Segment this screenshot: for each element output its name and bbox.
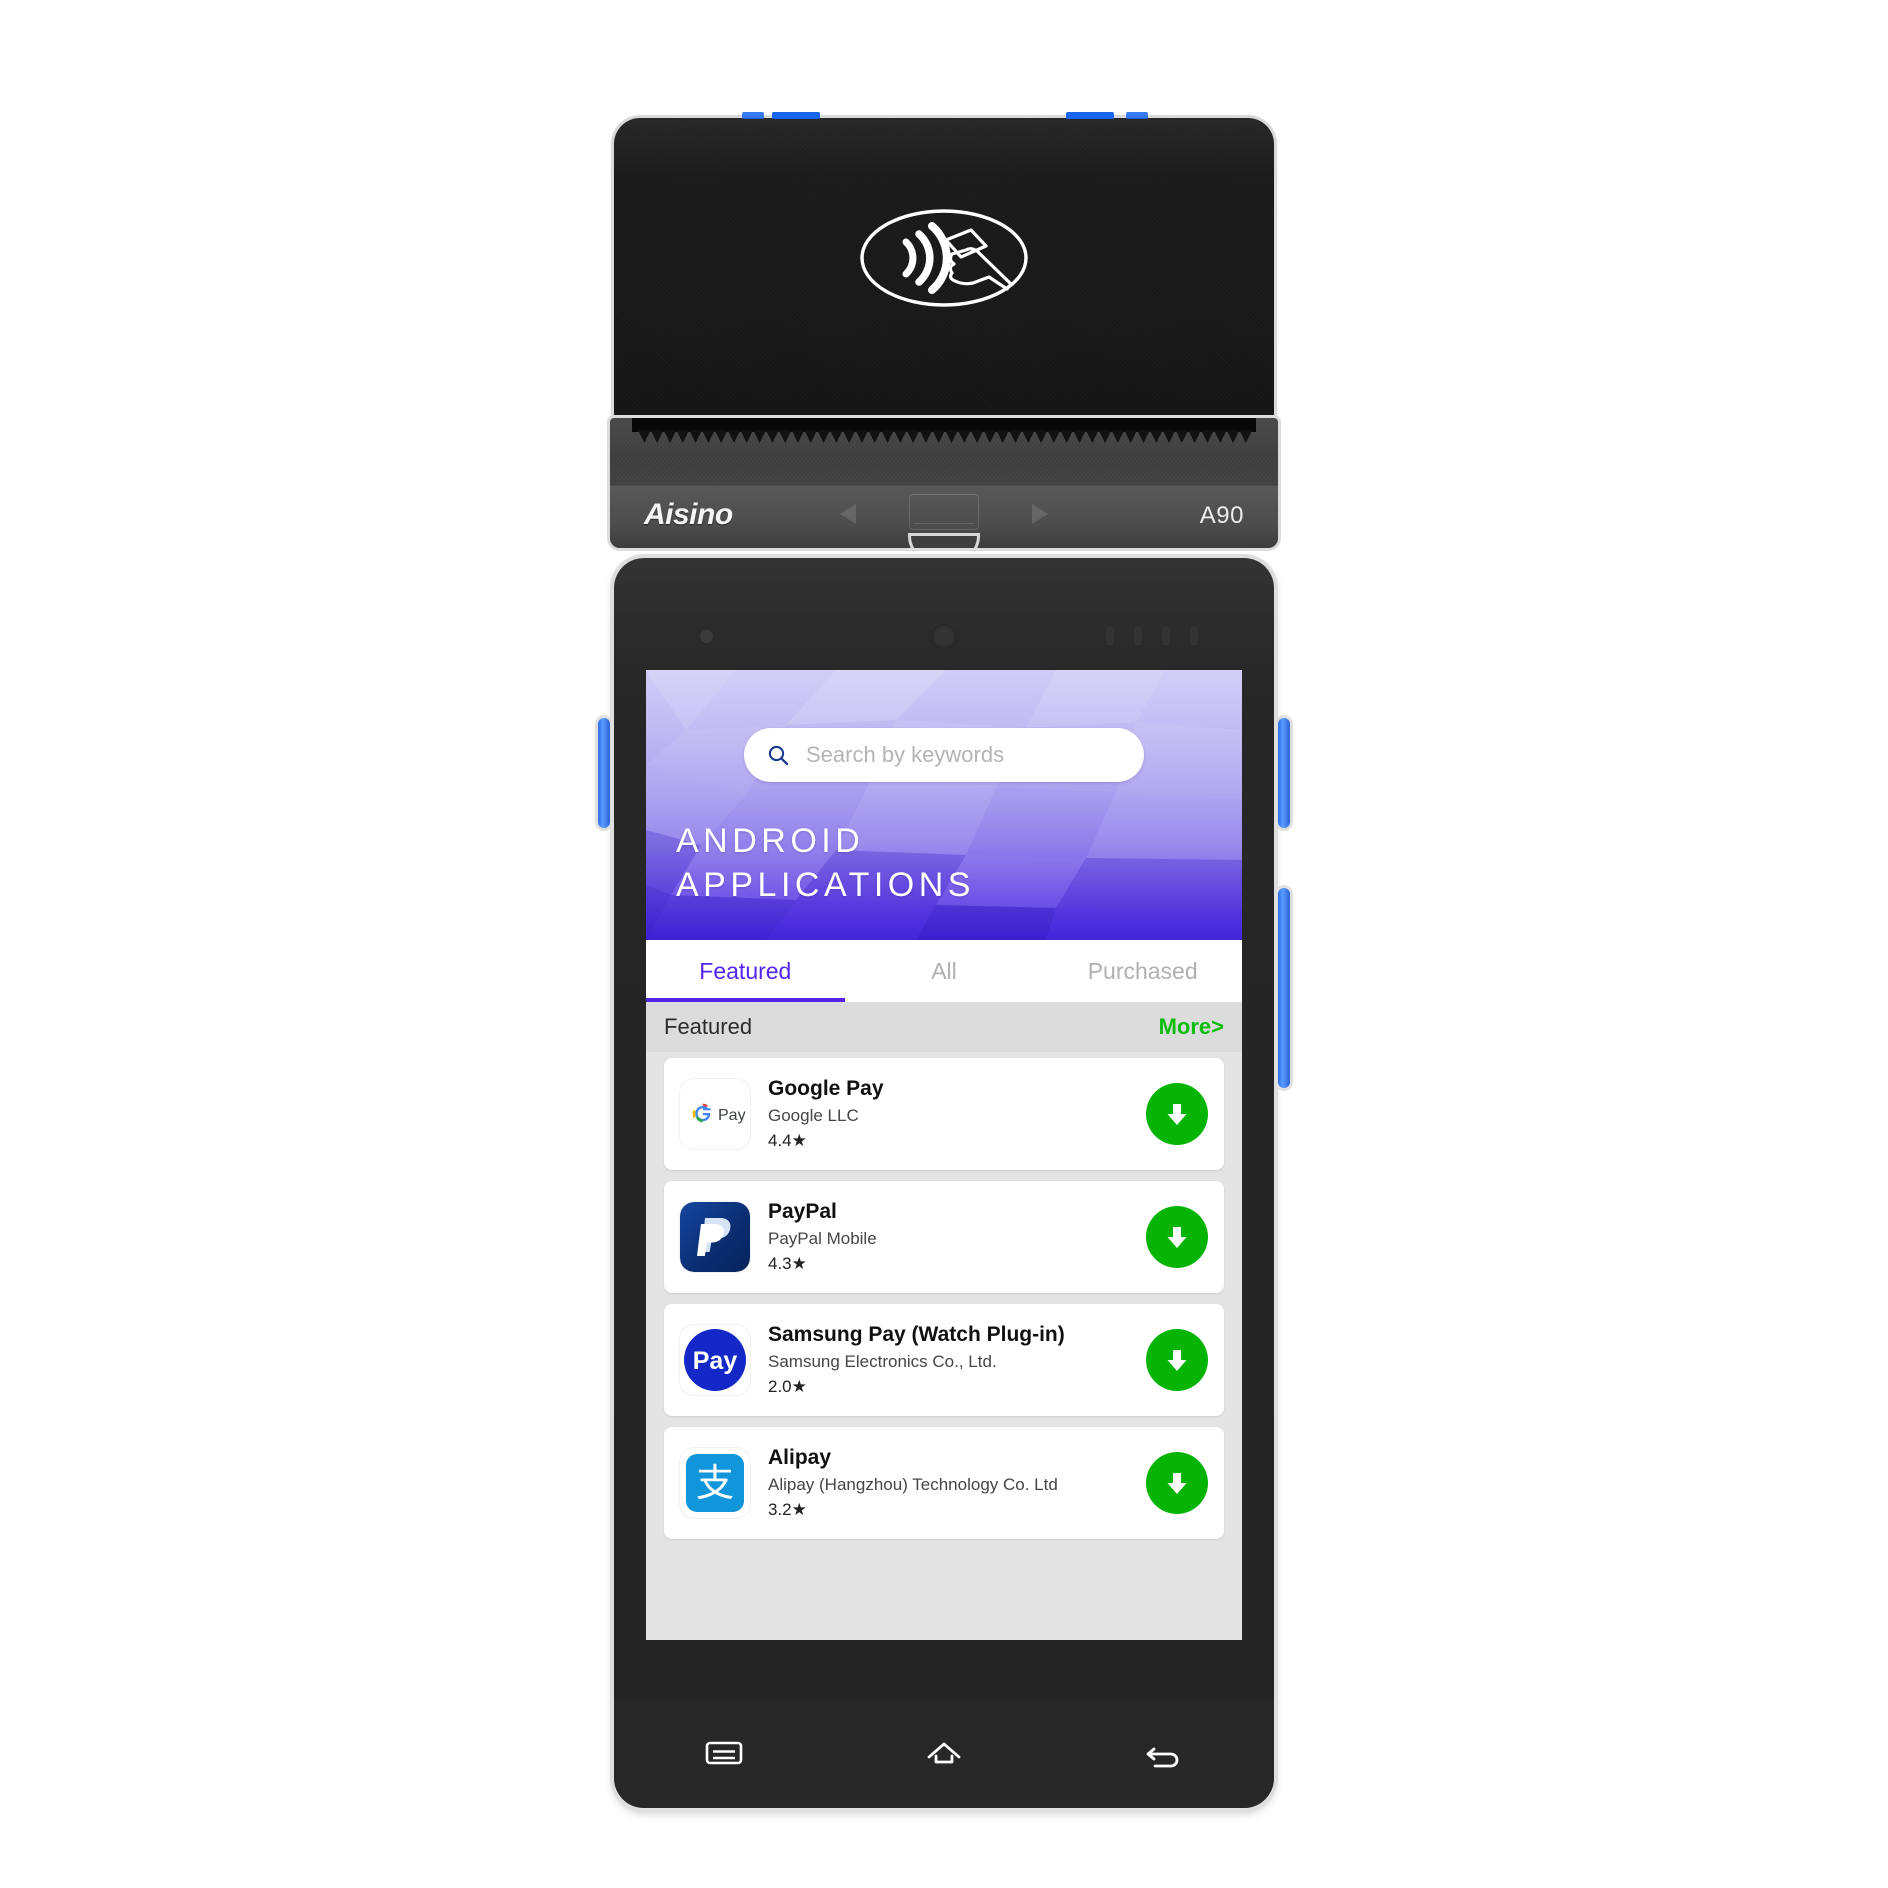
app-rating: 3.2★ [768,1499,807,1519]
app-name: PayPal [768,1200,837,1224]
google-pay-icon: Pay [680,1079,750,1149]
android-navigation-bar [614,1700,1274,1808]
download-button[interactable] [1146,1452,1208,1514]
touchscreen: ANDROID APPLICATIONS Featured All Purcha… [646,670,1242,1640]
tab-featured[interactable]: Featured [646,940,845,1002]
paypal-icon [680,1202,750,1272]
latch-arrow-right-icon [1032,504,1048,524]
side-button-right-upper[interactable] [1278,718,1290,828]
side-button-left[interactable] [598,718,610,828]
front-camera-icon [931,624,957,649]
accent-strip [742,112,764,119]
section-header: Featured More> [646,1002,1242,1052]
app-developer: Google LLC [768,1105,859,1125]
speaker-grille [1106,627,1198,645]
printer-body: Aisino A90 [610,418,1278,548]
hinge-bump [911,536,977,548]
list-item[interactable]: PayPal PayPal Mobile 4.3★ [664,1181,1224,1293]
app-name: Alipay [768,1446,832,1470]
banner-title-line1: ANDROID [676,822,865,860]
list-item[interactable]: 支 Alipay Alipay (Hangzhou) Technology Co… [664,1427,1224,1539]
app-rating: 2.0★ [768,1376,807,1396]
tab-all[interactable]: All [845,940,1044,1002]
app-developer: Samsung Electronics Co., Ltd. [768,1351,997,1371]
app-meta: Samsung Pay (Watch Plug-in) Samsung Elec… [768,1323,1138,1397]
lid-top-accents [614,112,1274,122]
tab-bar: Featured All Purchased [646,940,1242,1002]
download-button[interactable] [1146,1206,1208,1268]
search-input[interactable] [806,742,1106,768]
svg-text:Pay: Pay [718,1107,746,1124]
handset-body: ANDROID APPLICATIONS Featured All Purcha… [614,558,1274,1808]
svg-text:支: 支 [696,1461,734,1505]
lid-sheen [614,118,1274,178]
more-link[interactable]: More> [1159,1014,1224,1040]
back-icon[interactable] [1129,1727,1199,1781]
search-icon [766,743,790,767]
accent-strip [772,112,820,119]
download-button[interactable] [1146,1329,1208,1391]
app-name: Google Pay [768,1077,884,1101]
download-button[interactable] [1146,1083,1208,1145]
download-arrow-icon [1167,1473,1187,1494]
model-label: A90 [1199,502,1244,529]
app-developer: Alipay (Hangzhou) Technology Co. Ltd [768,1474,1058,1494]
proximity-sensor-icon [700,630,713,643]
download-arrow-icon [1167,1350,1187,1371]
app-meta: Alipay Alipay (Hangzhou) Technology Co. … [768,1446,1138,1520]
app-rating: 4.4★ [768,1130,807,1150]
pos-terminal-device: Aisino A90 Search by keywords ANDROID AP… [598,112,1290,1818]
svg-text:Pay: Pay [693,1347,738,1375]
app-store-banner: ANDROID APPLICATIONS [646,670,1242,940]
paper-tear-edge [638,430,1253,443]
app-name: Samsung Pay (Watch Plug-in) [768,1323,1065,1347]
printer-lid [614,118,1274,438]
lid-latch[interactable] [909,494,979,530]
download-arrow-icon [1167,1227,1187,1248]
download-arrow-icon [1167,1104,1187,1125]
app-developer: PayPal Mobile [768,1228,877,1248]
latch-arrow-left-icon [840,504,856,524]
banner-title: ANDROID APPLICATIONS [676,820,975,907]
recents-menu-icon[interactable] [689,1727,759,1781]
brand-logo: Aisino [644,498,733,531]
app-meta: Google Pay Google LLC 4.4★ [768,1077,1138,1151]
alipay-icon: 支 [680,1448,750,1518]
search-bar[interactable] [744,728,1144,782]
app-rating: 4.3★ [768,1253,807,1273]
list-item[interactable]: Pay Google Pay Google LLC 4.4★ [664,1058,1224,1170]
accent-strip [1066,112,1114,119]
accent-strip [1126,112,1148,119]
home-icon[interactable] [909,1727,979,1781]
app-meta: PayPal PayPal Mobile 4.3★ [768,1200,1138,1274]
side-button-right-lower[interactable] [1278,888,1290,1088]
banner-title-line2: APPLICATIONS [676,865,975,904]
samsung-pay-icon: Pay [680,1325,750,1395]
section-title: Featured [664,1014,753,1039]
contactless-payment-icon [840,202,1048,314]
list-item[interactable]: Pay Samsung Pay (Watch Plug-in) Samsung … [664,1304,1224,1416]
app-list: Pay Google Pay Google LLC 4.4★ PayPal Pa… [646,1052,1242,1539]
tab-purchased[interactable]: Purchased [1043,940,1242,1002]
